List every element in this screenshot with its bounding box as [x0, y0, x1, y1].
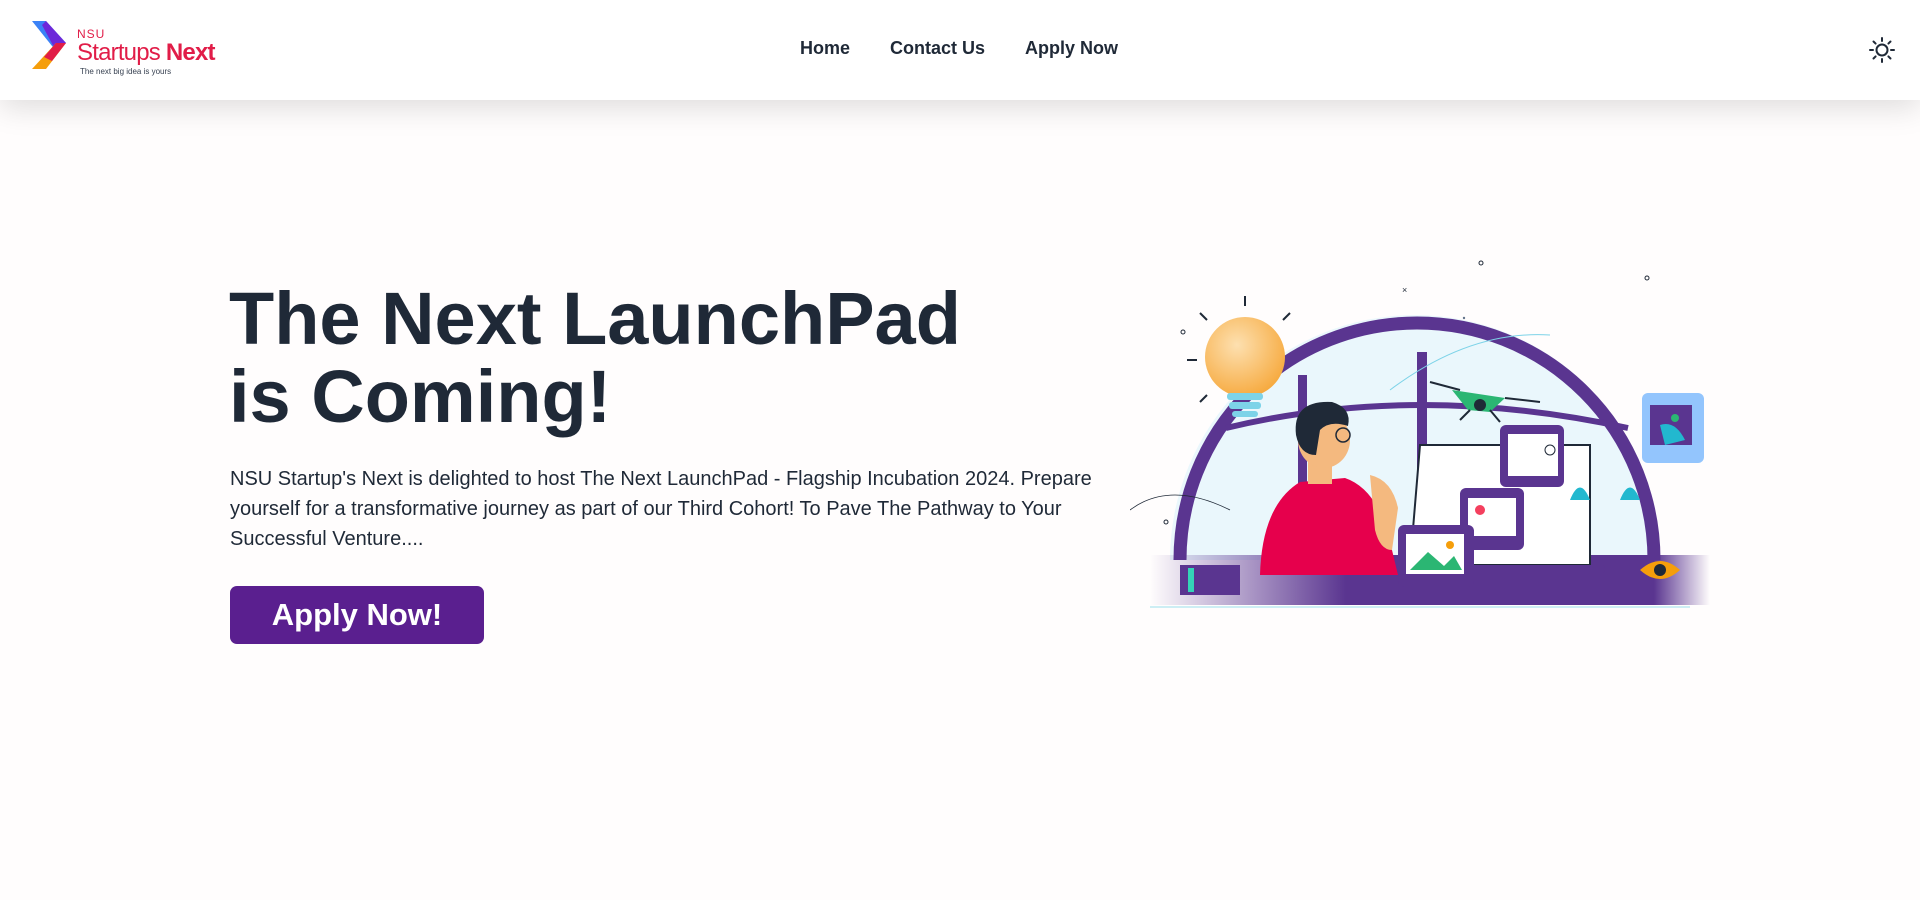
nav-link-home[interactable]: Home [800, 38, 850, 59]
apply-now-button[interactable]: Apply Now! [230, 586, 484, 644]
nav-link-contact-us[interactable]: Contact Us [890, 38, 985, 59]
navbar: NSU Startups Next The next big idea is y… [0, 0, 1920, 100]
logo-name-bold: Next [165, 39, 216, 66]
theme-toggle-button[interactable] [1868, 36, 1896, 64]
startup-illustration: × [1130, 260, 1710, 608]
logo-tagline: The next big idea is yours [80, 67, 172, 76]
sun-icon [1869, 37, 1895, 63]
main-nav: Home Contact Us Apply Now [800, 38, 1118, 59]
nav-link-apply-now[interactable]: Apply Now [1025, 38, 1118, 59]
svg-text:×: × [1402, 285, 1407, 295]
logo-name: Startups Next [77, 39, 215, 67]
hero-title: The Next LaunchPad is Coming! [229, 280, 961, 436]
hero-title-line-1: The Next LaunchPad [229, 277, 961, 360]
hero-description: NSU Startup's Next is delighted to host … [230, 468, 1092, 550]
logo-name-regular: Startups [77, 39, 166, 66]
hero-title-line-2: is Coming! [229, 355, 612, 438]
brand-logo[interactable]: NSU Startups Next The next big idea is y… [32, 18, 232, 80]
chevron-logo-icon [32, 21, 66, 69]
